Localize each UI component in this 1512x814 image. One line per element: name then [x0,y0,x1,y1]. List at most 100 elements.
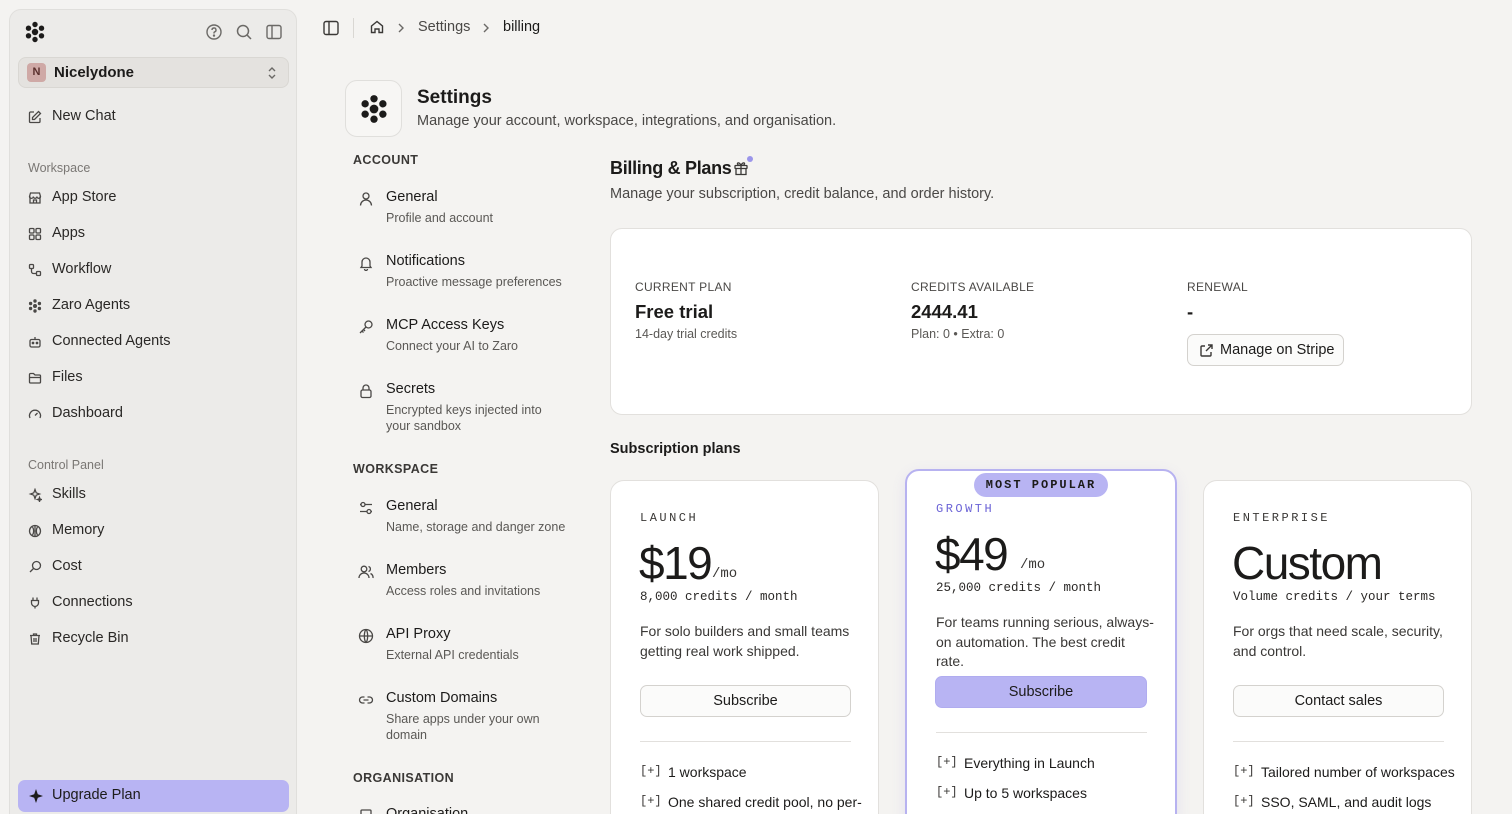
notification-dot [747,156,753,162]
external-link-icon [1200,344,1213,357]
panel-icon[interactable] [265,23,283,41]
store-icon [28,192,42,204]
sidebar-item-files[interactable]: Files [18,363,289,393]
plan-card-launch: LAUNCH $19 /mo 8,000 credits / month For… [610,480,879,814]
agents-icon [28,299,42,313]
sidebar-item-label: Apps [52,225,86,241]
sidebar-item-cost[interactable]: Cost [18,552,289,582]
workspace-settings-section-label: WORKSPACE [353,462,439,476]
search-icon[interactable] [235,23,253,41]
plus-mark: [+] [1233,764,1255,778]
workspace-name: Nicelydone [54,64,135,81]
plus-mark: [+] [936,785,958,799]
divider [640,741,851,742]
credits-note: Plan: 0 • Extra: 0 [911,327,1005,341]
users-icon [358,565,374,579]
settings-nav-desc: Encrypted keys injected into your sandbo… [386,403,542,433]
sidebar-item-connections[interactable]: Connections [18,588,289,618]
page-title: Settings [417,87,492,108]
gift-icon[interactable] [733,160,749,176]
sidebar-item-apps[interactable]: Apps [18,219,289,249]
settings-nav-title: Secrets [386,381,436,397]
sidebar-item-label: Workflow [52,261,112,277]
sidebar-item-label: Connections [52,594,133,610]
sidebar-item-memory[interactable]: Memory [18,516,289,546]
chevron-right-icon [483,23,489,33]
renewal-value: - [1187,301,1194,322]
settings-nav-title: API Proxy [386,626,451,642]
plan-description: For teams running serious, always-on aut… [936,614,1154,669]
settings-nav-desc: Proactive message preferences [386,275,562,289]
plan-feature: Everything in Launch [964,755,1095,771]
plus-mark: [+] [640,794,662,808]
sidebar-item-app-store[interactable]: App Store [18,183,289,213]
help-icon[interactable] [205,23,223,41]
new-chat-button[interactable]: New Chat [18,102,289,132]
trash-icon [30,633,40,645]
breadcrumb-current: billing [503,19,541,35]
home-icon[interactable] [369,19,385,35]
settings-nav-desc: External API credentials [386,648,519,662]
subscribe-button[interactable]: Subscribe [935,676,1147,708]
globe-icon [28,524,42,538]
sidebar-item-connected-agents[interactable]: Connected Agents [18,327,289,357]
topbar-divider [353,18,354,38]
workspace-selector[interactable]: N Nicelydone [18,57,289,88]
subscription-plans-title: Subscription plans [610,441,741,457]
credits-value: 2444.41 [911,301,978,322]
edit-icon [28,110,42,124]
contact-sales-button[interactable]: Contact sales [1233,685,1444,717]
plan-period: /mo [712,566,738,582]
sliders-icon [360,501,372,515]
plan-description: For orgs that need scale, security, and … [1233,623,1443,659]
sidebar-item-label: Cost [52,558,82,574]
upgrade-plan-button[interactable]: Upgrade Plan [18,780,289,812]
plan-name: LAUNCH [640,511,699,525]
sidebar-item-label: Connected Agents [52,333,171,349]
workspace-avatar: N [27,63,46,82]
manage-on-stripe-button[interactable]: Manage on Stripe [1187,334,1344,366]
most-popular-badge: MOST POPULAR [974,473,1108,497]
breadcrumb-settings[interactable]: Settings [418,19,470,35]
bot-icon [29,337,41,348]
globe-icon [358,628,374,644]
current-plan-card: CURRENT PLAN Free trial 14-day trial cre… [610,228,1472,415]
page-subtitle: Manage your account, workspace, integrat… [417,113,837,129]
sidebar-item-zaro-agents[interactable]: Zaro Agents [18,291,289,321]
new-chat-label: New Chat [52,108,116,124]
sidebar-item-recycle-bin[interactable]: Recycle Bin [18,624,289,654]
billing-title: Billing & Plans [610,158,732,178]
sidebar-item-label: Zaro Agents [52,297,131,313]
panel-toggle-icon[interactable] [322,19,340,37]
plan-price: $19 [639,537,713,589]
apps-icon [28,227,42,241]
sidebar-item-label: Files [52,369,83,385]
settings-nav-title: Custom Domains [386,690,498,706]
settings-nav-title: MCP Access Keys [386,317,505,333]
organisation-section-label: ORGANISATION [353,771,455,785]
settings-nav-desc: Profile and account [386,211,494,225]
key-icon [359,320,373,334]
plug-icon [30,597,40,609]
building-icon [360,809,372,814]
sidebar-item-dashboard[interactable]: Dashboard [18,399,289,429]
plan-description: For solo builders and small teams gettin… [640,623,850,659]
plan-price: $49 [935,528,1009,580]
plan-credits: 8,000 credits / month [640,590,798,604]
sidebar-item-label: Dashboard [52,405,123,421]
bell-icon [359,257,373,271]
settings-nav-desc: Share apps under your own domain [386,712,540,742]
sidebar-item-skills[interactable]: Skills [18,480,289,510]
billing-subtitle: Manage your subscription, credit balance… [610,186,995,202]
current-plan-note: 14-day trial credits [635,327,738,341]
plan-credits: Volume credits / your terms [1233,590,1436,604]
plan-feature: Up to 5 workspaces [964,785,1087,801]
sidebar-item-workflow[interactable]: Workflow [18,255,289,285]
workflow-icon [28,263,42,277]
plan-feature: Tailored number of workspaces [1261,764,1455,780]
sidebar-item-label: Skills [52,486,86,502]
logo-icon[interactable] [24,21,46,43]
plan-card-enterprise: ENTERPRISE Custom Volume credits / your … [1203,480,1472,814]
subscribe-button[interactable]: Subscribe [640,685,851,717]
sparkle-icon [29,789,43,803]
